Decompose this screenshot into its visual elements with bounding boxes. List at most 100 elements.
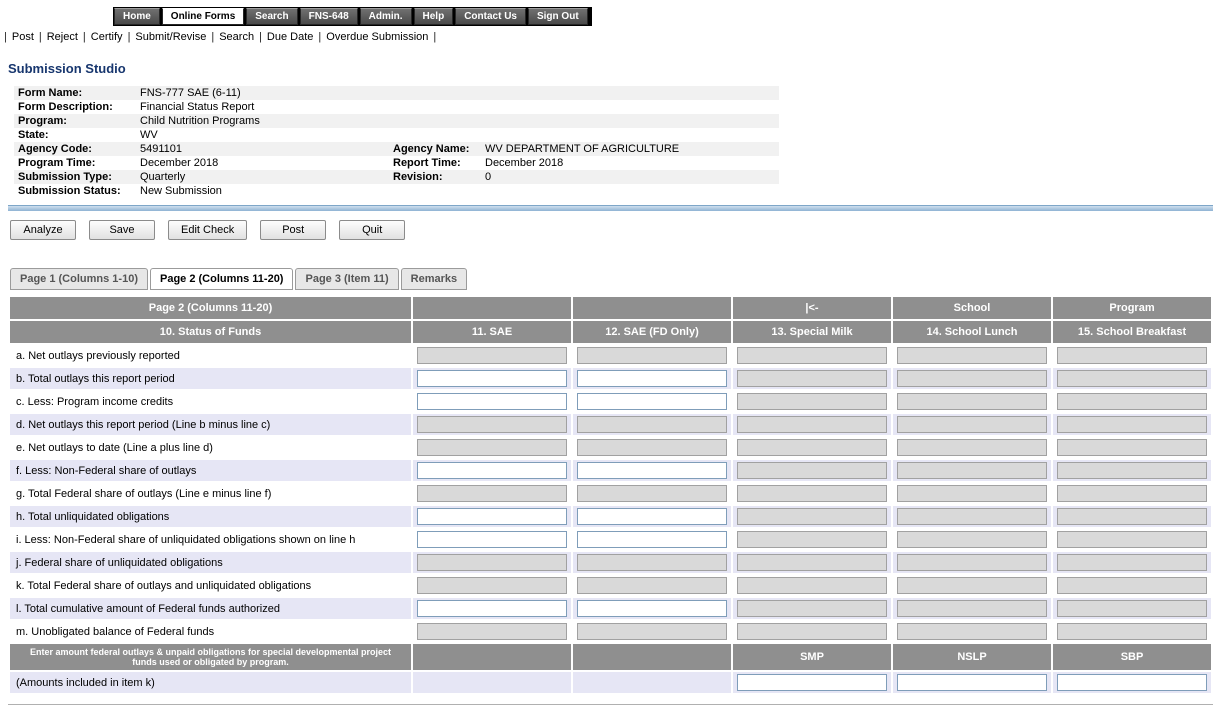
input-c-col12[interactable] — [577, 393, 727, 410]
value-agency-name: WV DEPARTMENT OF AGRICULTURE — [485, 143, 779, 155]
cell-a-col15 — [1053, 345, 1211, 366]
row-label-g: g. Total Federal share of outlays (Line … — [10, 483, 411, 504]
tab-page-3-item-11[interactable]: Page 3 (Item 11) — [295, 268, 398, 290]
input-b-col11[interactable] — [417, 370, 567, 387]
cell-g-col12 — [573, 483, 731, 504]
input-i-col12[interactable] — [577, 531, 727, 548]
cell-j-col13 — [733, 552, 891, 573]
input-m-col13 — [737, 623, 887, 640]
cell-k-col14 — [893, 575, 1051, 596]
cell-l-col11 — [413, 598, 571, 619]
cell-special-col11 — [413, 672, 571, 693]
cell-m-col12 — [573, 621, 731, 642]
input-b-col12[interactable] — [577, 370, 727, 387]
cell-c-col13 — [733, 391, 891, 412]
cell-l-col14 — [893, 598, 1051, 619]
tab-page-2-columns-11-20[interactable]: Page 2 (Columns 11-20) — [150, 268, 294, 290]
cell-g-col11 — [413, 483, 571, 504]
input-f-col11[interactable] — [417, 462, 567, 479]
cell-h-col13 — [733, 506, 891, 527]
cell-m-col15 — [1053, 621, 1211, 642]
nav-item-search[interactable]: Search — [246, 8, 297, 25]
cell-b-col12 — [573, 368, 731, 389]
input-l-col11[interactable] — [417, 600, 567, 617]
cell-m-col14 — [893, 621, 1051, 642]
input-special-col15[interactable] — [1057, 674, 1207, 691]
group-header-col5: Program — [1053, 297, 1211, 319]
input-f-col13 — [737, 462, 887, 479]
cell-c-col14 — [893, 391, 1051, 412]
input-h-col11[interactable] — [417, 508, 567, 525]
spacer — [393, 129, 485, 141]
nav-item-fns-648[interactable]: FNS-648 — [300, 8, 358, 25]
nav-item-sign-out[interactable]: Sign Out — [528, 8, 588, 25]
input-e-col13 — [737, 439, 887, 456]
nav-item-home[interactable]: Home — [114, 8, 160, 25]
cell-e-col13 — [733, 437, 891, 458]
input-i-col11[interactable] — [417, 531, 567, 548]
input-i-col13 — [737, 531, 887, 548]
pipe-separator: | — [259, 31, 262, 43]
save-button[interactable]: Save — [89, 220, 155, 240]
input-l-col12[interactable] — [577, 600, 727, 617]
spacer — [393, 185, 485, 197]
row-label-e: e. Net outlays to date (Line a plus line… — [10, 437, 411, 458]
row-label-k: k. Total Federal share of outlays and un… — [10, 575, 411, 596]
label-revision: Revision: — [393, 171, 485, 183]
action-search[interactable]: Search — [219, 31, 254, 43]
pipe-separator: | — [39, 31, 42, 43]
pipe-separator: | — [433, 31, 436, 43]
cell-special-col14 — [893, 672, 1051, 693]
tab-page-1-columns-1-10[interactable]: Page 1 (Columns 1-10) — [10, 268, 148, 290]
input-special-col14[interactable] — [897, 674, 1047, 691]
edit-check-button[interactable]: Edit Check — [168, 220, 247, 240]
quit-button[interactable]: Quit — [339, 220, 405, 240]
cell-f-col11 — [413, 460, 571, 481]
input-special-col13[interactable] — [737, 674, 887, 691]
spacer — [393, 115, 485, 127]
post-button[interactable]: Post — [260, 220, 326, 240]
cell-j-col15 — [1053, 552, 1211, 573]
input-f-col15 — [1057, 462, 1207, 479]
input-e-col14 — [897, 439, 1047, 456]
input-h-col13 — [737, 508, 887, 525]
input-f-col12[interactable] — [577, 462, 727, 479]
tab-remarks[interactable]: Remarks — [401, 268, 467, 290]
action-submit-revise[interactable]: Submit/Revise — [135, 31, 206, 43]
special-section-header-row: Enter amount federal outlays & unpaid ob… — [10, 644, 1211, 670]
cell-special-col12 — [573, 672, 731, 693]
label-agency-code: Agency Code: — [18, 143, 140, 155]
nav-item-contact-us[interactable]: Contact Us — [455, 8, 526, 25]
cell-e-col15 — [1053, 437, 1211, 458]
action-due-date[interactable]: Due Date — [267, 31, 313, 43]
input-c-col11[interactable] — [417, 393, 567, 410]
row-label-b: b. Total outlays this report period — [10, 368, 411, 389]
form-info-panel: Form Name:FNS-777 SAE (6-11)Form Descrip… — [14, 86, 779, 198]
cell-f-col12 — [573, 460, 731, 481]
action-post[interactable]: Post — [12, 31, 34, 43]
nav-item-admin[interactable]: Admin. — [360, 8, 412, 25]
input-k-col11 — [417, 577, 567, 594]
table-row-i: i. Less: Non-Federal share of unliquidat… — [10, 529, 1211, 550]
input-h-col12[interactable] — [577, 508, 727, 525]
cell-i-col12 — [573, 529, 731, 550]
table-row-e: e. Net outlays to date (Line a plus line… — [10, 437, 1211, 458]
table-row-a: a. Net outlays previously reported — [10, 345, 1211, 366]
input-a-col12 — [577, 347, 727, 364]
input-b-col15 — [1057, 370, 1207, 387]
input-e-col12 — [577, 439, 727, 456]
action-certify[interactable]: Certify — [91, 31, 123, 43]
special-header-col11 — [413, 644, 571, 670]
table-row-h: h. Total unliquidated obligations — [10, 506, 1211, 527]
row-label-d: d. Net outlays this report period (Line … — [10, 414, 411, 435]
input-g-col11 — [417, 485, 567, 502]
nav-item-online-forms[interactable]: Online Forms — [162, 8, 244, 25]
analyze-button[interactable]: Analyze — [10, 220, 76, 240]
cell-b-col14 — [893, 368, 1051, 389]
cell-l-col13 — [733, 598, 891, 619]
action-reject[interactable]: Reject — [47, 31, 78, 43]
action-overdue-submission[interactable]: Overdue Submission — [326, 31, 428, 43]
row-label-c: c. Less: Program income credits — [10, 391, 411, 412]
nav-item-help[interactable]: Help — [414, 8, 454, 25]
input-j-col12 — [577, 554, 727, 571]
